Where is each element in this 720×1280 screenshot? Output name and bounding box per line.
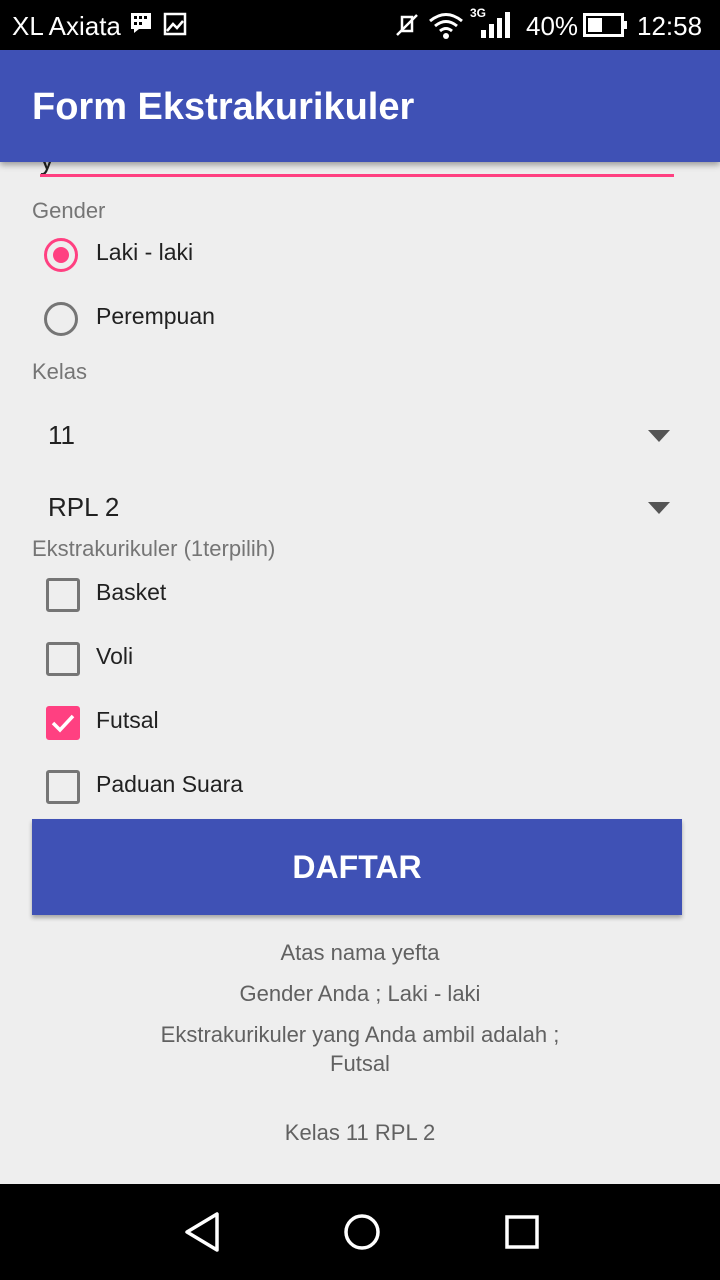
- dropdown-arrow-icon: [648, 502, 670, 514]
- check-icon: [51, 714, 75, 733]
- major-spinner-value: RPL 2: [48, 492, 120, 522]
- app-bar: Form Ekstrakurikuler: [0, 50, 720, 162]
- checkbox-label: Paduan Suara: [96, 771, 244, 797]
- dropdown-arrow-icon: [648, 430, 670, 442]
- bbm-icon: [130, 12, 152, 39]
- ekskul-label: Ekstrakurikuler (1terpilih): [32, 536, 276, 561]
- result-gender: Gender Anda ; Laki - laki: [239, 981, 481, 1006]
- checkbox[interactable]: [46, 642, 80, 676]
- result-name: Atas nama yefta: [280, 940, 440, 965]
- back-icon[interactable]: [183, 1210, 223, 1259]
- checkbox-label: Basket: [96, 579, 167, 605]
- navigation-bar: [0, 1184, 720, 1280]
- checkbox-label: Futsal: [96, 707, 159, 733]
- image-icon: [163, 12, 187, 41]
- radio-label: Laki - laki: [96, 239, 194, 265]
- radio-button-checked[interactable]: [44, 238, 78, 272]
- result-kelas: Kelas 11 RPL 2: [284, 1120, 436, 1145]
- checkbox-label: Voli: [96, 643, 134, 669]
- signal-icon: [480, 12, 512, 45]
- battery-percent: 40%: [526, 11, 579, 41]
- checkbox[interactable]: [46, 770, 80, 804]
- radio-button[interactable]: [44, 302, 78, 336]
- grade-spinner[interactable]: 11: [32, 408, 684, 464]
- radio-label: Perempuan: [96, 303, 215, 329]
- wifi-icon: [428, 12, 464, 45]
- home-icon[interactable]: [342, 1210, 382, 1259]
- recents-icon[interactable]: [502, 1210, 542, 1259]
- status-bar: XL Axiata 3G 40% 12:58: [0, 0, 720, 50]
- carrier-name: XL Axiata: [12, 11, 121, 41]
- daftar-button[interactable]: DAFTAR: [32, 819, 682, 915]
- app-title: Form Ekstrakurikuler: [32, 86, 415, 128]
- gender-label: Gender: [32, 198, 106, 223]
- mute-icon: [394, 12, 420, 43]
- grade-spinner-value: 11: [48, 420, 75, 450]
- form-content[interactable]: y Gender Laki - laki Perempuan Kelas 11 …: [0, 162, 720, 1184]
- checkbox[interactable]: [46, 578, 80, 612]
- daftar-button-label: DAFTAR: [292, 849, 422, 885]
- checkbox-checked[interactable]: [46, 706, 80, 740]
- kelas-label: Kelas: [32, 359, 88, 384]
- clock: 12:58: [637, 11, 703, 41]
- result-ekskul: Ekstrakurikuler yang Anda ambil adalah ;…: [160, 1022, 560, 1076]
- major-spinner[interactable]: RPL 2: [32, 480, 684, 536]
- battery-icon: [583, 13, 629, 42]
- name-input-underline[interactable]: [40, 174, 674, 177]
